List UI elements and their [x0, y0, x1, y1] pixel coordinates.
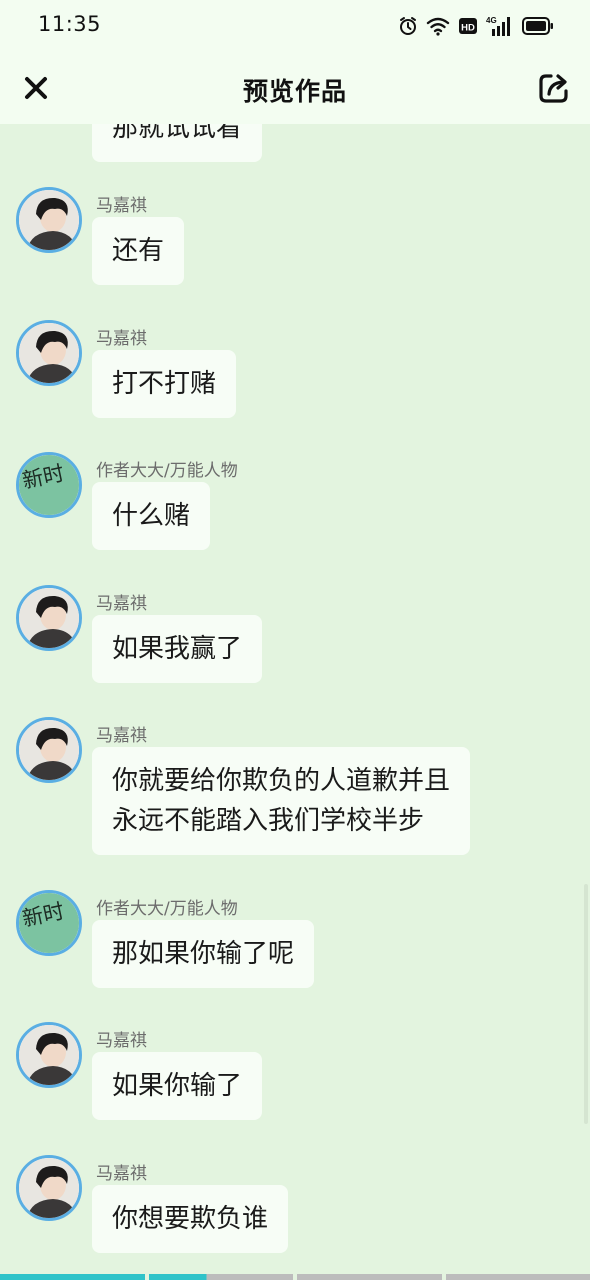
message-bubble: 还有: [92, 217, 185, 285]
hd-icon: HD: [458, 16, 478, 36]
avatar[interactable]: [16, 1022, 82, 1088]
author-avatar-image: 新时: [19, 455, 79, 515]
sender-name: 作者大大/万能人物: [96, 461, 238, 481]
avatar[interactable]: [16, 717, 82, 783]
sender-name: 马嘉祺: [96, 726, 147, 746]
sender-name: 作者大大/万能人物: [96, 899, 238, 919]
message-bubble: 你就要给你欺负的人道歉并且 永远不能踏入我们学校半步: [92, 747, 471, 855]
portrait-avatar-image: [19, 1025, 79, 1085]
portrait-avatar-image: [19, 323, 79, 383]
avatar[interactable]: [16, 187, 82, 253]
sender-name: 马嘉祺: [96, 594, 147, 614]
alarm-icon: [398, 16, 418, 36]
hd-label: HD: [461, 23, 475, 34]
network-label: 4G: [486, 16, 497, 25]
avatar[interactable]: [16, 1155, 82, 1221]
message-bubble: 什么赌: [92, 482, 211, 550]
avatar[interactable]: 新时: [16, 890, 82, 956]
avatar[interactable]: [16, 320, 82, 386]
signal-4g-icon: 4G: [486, 15, 514, 37]
avatar[interactable]: [16, 585, 82, 651]
author-avatar-image: 新时: [19, 893, 79, 953]
portrait-avatar-image: [19, 588, 79, 648]
message-bubble: 打不打赌: [92, 350, 237, 418]
status-time: 11:35: [38, 12, 102, 36]
share-button[interactable]: [534, 68, 574, 108]
sender-name: 马嘉祺: [96, 1164, 147, 1184]
page-title: 预览作品: [242, 77, 347, 106]
portrait-avatar-image: [19, 190, 79, 250]
message-bubble: 你想要欺负谁: [92, 1185, 289, 1253]
portrait-avatar-image: [19, 720, 79, 780]
sender-name: 马嘉祺: [96, 329, 147, 349]
message-bubble: 那就试试看: [92, 124, 263, 162]
progress-segment: [148, 1274, 293, 1280]
share-icon: [539, 74, 568, 103]
header: 预览作品: [0, 52, 590, 124]
battery-icon: [522, 17, 554, 35]
scrollbar[interactable]: [584, 884, 588, 1124]
status-icons: HD 4G: [398, 14, 554, 38]
wifi-icon: [426, 16, 450, 36]
progress-segment: [445, 1274, 590, 1280]
avatar[interactable]: 新时: [16, 452, 82, 518]
message-bubble: 那如果你输了呢: [92, 920, 315, 988]
progress-segment: [297, 1274, 442, 1280]
story-progress-bar: [0, 1274, 590, 1280]
sender-name: 马嘉祺: [96, 196, 147, 216]
status-bar: 11:35 HD 4G: [0, 0, 590, 52]
progress-segment: [0, 1274, 145, 1280]
message-bubble: 如果你输了: [92, 1052, 263, 1120]
message-bubble: 如果我赢了: [92, 615, 263, 683]
portrait-avatar-image: [19, 1158, 79, 1218]
chat-area[interactable]: 那就试试看 马嘉祺 还有 马嘉祺 打不打赌 新时 作者大大/万能人物 什么赌 马…: [0, 124, 590, 1280]
sender-name: 马嘉祺: [96, 1031, 147, 1051]
